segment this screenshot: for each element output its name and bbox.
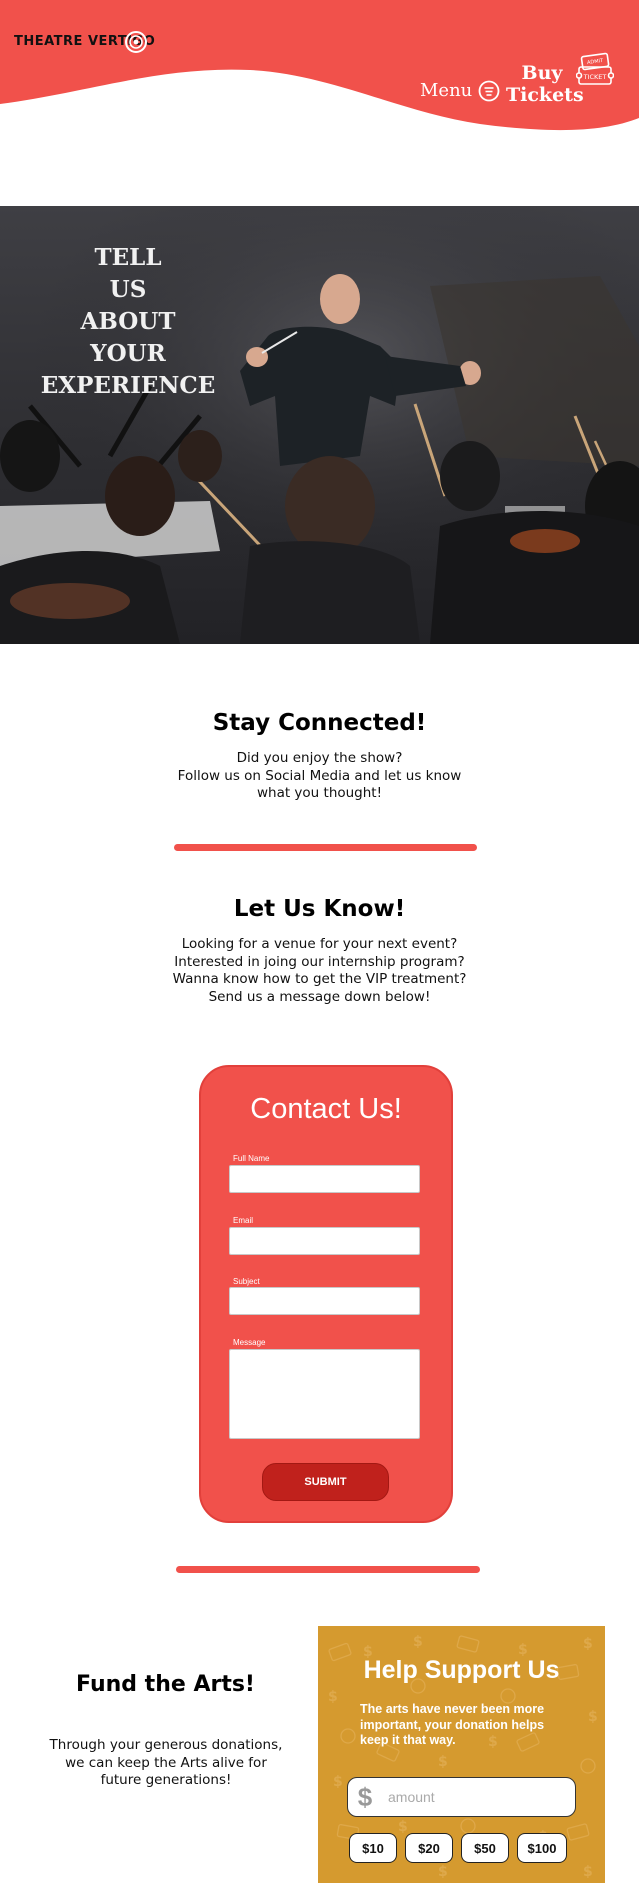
support-text: The arts have never been more important,… — [360, 1702, 545, 1747]
let-us-know-line: Interested in joing our internship progr… — [174, 953, 465, 970]
message-label: Message — [233, 1338, 266, 1347]
hero-image: TELL US ABOUT YOUR EXPERIENCE — [0, 206, 639, 644]
let-us-know-section: Let Us Know! Looking for a venue for you… — [0, 896, 639, 1006]
hero-title-line: ABOUT — [80, 308, 176, 335]
menu-icon — [478, 80, 500, 102]
svg-text:$: $ — [438, 1754, 448, 1770]
fund-heading: Fund the Arts! — [76, 1672, 255, 1697]
stay-connected-text: Did you enjoy the show? Follow us on Soc… — [0, 750, 639, 803]
ticket-icon-top-text: ADMIT — [587, 58, 605, 66]
ticket-icon[interactable]: ADMIT TICKET — [576, 52, 614, 88]
contact-heading: Contact Us! — [250, 1093, 402, 1125]
menu-label: Menu — [420, 80, 473, 101]
let-us-know-heading: Let Us Know! — [233, 896, 406, 922]
hero-title-line: YOUR — [90, 340, 166, 367]
amount-option-10[interactable]: $10 — [349, 1833, 397, 1863]
stay-connected-heading: Stay Connected! — [212, 710, 427, 736]
fund-line: Through your generous donations, — [49, 1737, 283, 1753]
hero-title: TELL US ABOUT YOUR EXPERIENCE — [30, 242, 226, 402]
full-name-label: Full Name — [233, 1154, 270, 1163]
site-header: THEATRE VERTIGO Menu Buy Tickets ADMIT T… — [0, 0, 639, 140]
subject-label: Subject — [233, 1277, 260, 1286]
logo-swirl-icon — [125, 31, 147, 53]
email-label: Email — [233, 1216, 254, 1225]
svg-text:$: $ — [328, 1689, 338, 1705]
full-name-field[interactable] — [229, 1165, 420, 1193]
hero-title-line: TELL — [94, 244, 162, 271]
stay-connected-line: Did you enjoy the show? — [236, 750, 403, 766]
hero-title-line: US — [109, 276, 147, 303]
submit-button[interactable]: SUBMIT — [262, 1463, 389, 1501]
stay-connected-section: Stay Connected! Did you enjoy the show? … — [0, 710, 639, 803]
let-us-know-line: Looking for a venue for your next event? — [181, 936, 458, 952]
donation-panel: $ $ $ $ $ $ $ $ $ $ $ $ $ Help Support U… — [318, 1626, 605, 1883]
stay-connected-line: what you thought! — [256, 785, 383, 801]
fund-line: future generations! — [100, 1772, 232, 1788]
amount-placeholder: amount — [388, 1789, 435, 1805]
amount-option-50[interactable]: $50 — [461, 1833, 509, 1863]
amount-option-20[interactable]: $20 — [405, 1833, 453, 1863]
fund-line: we can keep the Arts alive for — [65, 1754, 267, 1771]
subject-field[interactable] — [229, 1287, 420, 1315]
let-us-know-line: Send us a message down below! — [208, 988, 431, 1005]
stay-connected-line: Follow us on Social Media and let us kno… — [177, 767, 462, 784]
message-field[interactable] — [229, 1349, 420, 1439]
svg-text:$: $ — [583, 1864, 593, 1880]
menu-button[interactable]: Menu — [420, 80, 500, 102]
buy-tickets-link[interactable]: Buy Tickets — [506, 62, 584, 106]
support-heading: Help Support Us — [363, 1656, 560, 1684]
svg-text:$: $ — [438, 1864, 448, 1880]
section-divider — [174, 844, 477, 851]
donation-amount-input[interactable]: $ amount — [347, 1777, 576, 1817]
dollar-icon: $ — [357, 1781, 373, 1812]
svg-text:$: $ — [413, 1634, 423, 1650]
svg-text:$: $ — [588, 1709, 598, 1725]
svg-text:$: $ — [398, 1819, 408, 1835]
section-divider — [176, 1566, 480, 1573]
buy-tickets-line2: Tickets — [506, 84, 584, 106]
buy-tickets-line1: Buy — [521, 62, 563, 84]
ticket-icon-bottom-text: TICKET — [583, 73, 607, 81]
contact-form: Contact Us! Full Name Email Subject Mess… — [199, 1065, 453, 1523]
fund-text: Through your generous donations, we can … — [40, 1737, 292, 1790]
svg-text:$: $ — [583, 1636, 593, 1652]
email-field[interactable] — [229, 1227, 420, 1255]
hero-title-line: EXPERIENCE — [40, 372, 216, 399]
svg-text:$: $ — [333, 1774, 343, 1790]
amount-option-100[interactable]: $100 — [517, 1833, 567, 1863]
let-us-know-text: Looking for a venue for your next event?… — [0, 936, 639, 1006]
let-us-know-line: Wanna know how to get the VIP treatment? — [172, 971, 467, 987]
